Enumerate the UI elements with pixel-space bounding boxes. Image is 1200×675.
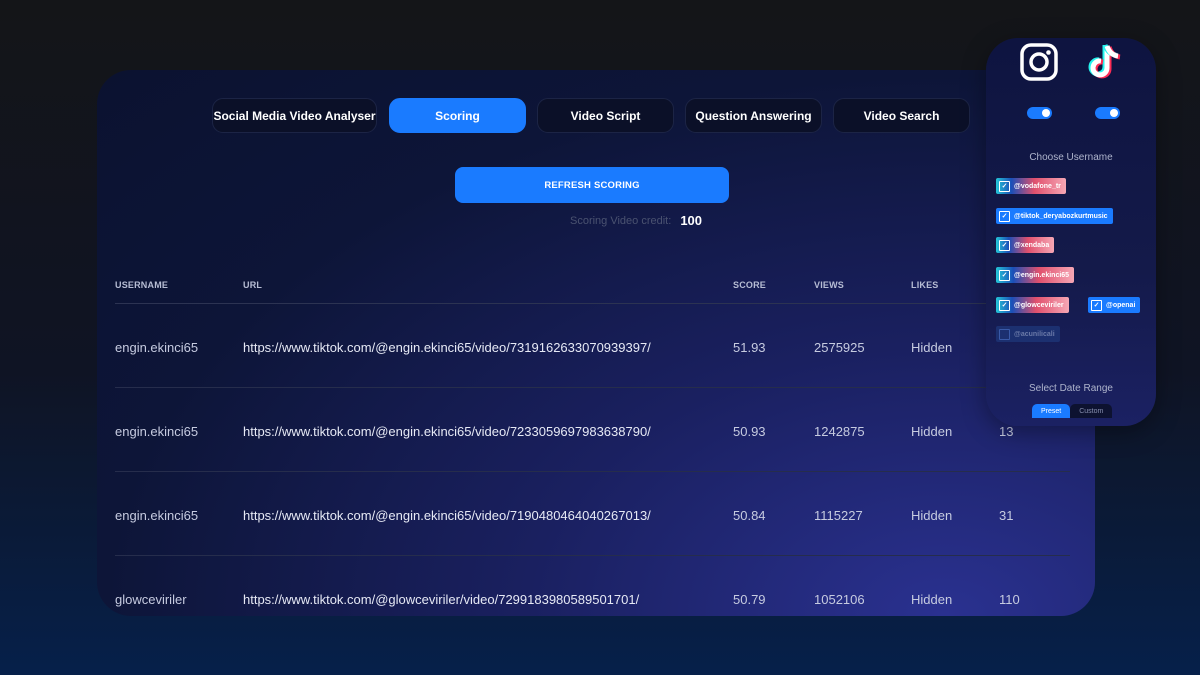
table-row[interactable]: engin.ekinci65 https://www.tiktok.com/@e… [115,388,1070,472]
cell-url[interactable]: https://www.tiktok.com/@engin.ekinci65/v… [243,508,651,523]
cell-extra: 110 [999,592,1020,607]
tab-question-answering[interactable]: Question Answering [685,98,822,133]
date-range-tabs: Preset Custom [1032,404,1113,418]
cell-score: 50.84 [733,508,766,523]
cell-views: 1115227 [814,508,863,523]
cell-likes: Hidden [911,424,953,439]
tab-video-script[interactable]: Video Script [537,98,674,133]
table-row[interactable]: engin.ekinci65 https://www.tiktok.com/@e… [115,472,1070,556]
cell-url[interactable]: https://www.tiktok.com/@engin.ekinci65/v… [243,424,651,439]
cell-url[interactable]: https://www.tiktok.com/@glowceviriler/vi… [243,592,639,607]
cell-likes: Hidden [911,340,953,355]
date-tab-custom[interactable]: Custom [1070,404,1113,418]
checkbox-icon: ✓ [999,269,1010,281]
checkbox-icon [999,328,1010,340]
select-date-range-label: Select Date Range [1029,383,1113,394]
cell-extra: 31 [999,508,1014,523]
table-header: USERNAME URL SCORE VIEWS LIKES [115,270,1070,304]
username-chip-tiktok-deryabozkurtmusic[interactable]: ✓ @tiktok_deryabozkurtmusic [996,208,1113,224]
checkbox-icon: ✓ [999,180,1010,192]
checkbox-icon: ✓ [999,210,1010,222]
tiktok-icon[interactable] [1086,42,1124,82]
scoring-table: USERNAME URL SCORE VIEWS LIKES engin.eki… [115,270,1070,616]
instagram-icon[interactable] [1020,42,1058,82]
checkbox-icon: ✓ [1091,299,1102,311]
tab-social-media-video-analyser[interactable]: Social Media Video Analyser [212,98,377,133]
filter-card: Choose Username ✓ @vodafone_tr ✓ @tiktok_d… [986,38,1156,426]
refresh-scoring-button[interactable]: REFRESH SCORING [455,167,729,203]
tab-scoring[interactable]: Scoring [389,98,526,133]
cell-score: 51.93 [733,340,766,355]
username-chip-openai[interactable]: ✓ @openai [1088,297,1141,313]
cell-views: 1242875 [814,424,865,439]
username-chip-engin-ekinci65[interactable]: ✓ @engin.ekinci65 [996,267,1075,283]
tab-video-search[interactable]: Video Search [833,98,970,133]
cell-username: glowceviriler [115,592,187,607]
checkbox-icon: ✓ [999,299,1010,311]
table-row[interactable]: engin.ekinci65 https://www.tiktok.com/@e… [115,304,1070,388]
credit-label: Scoring Video credit: [570,214,672,227]
cell-views: 1052106 [814,592,865,607]
tiktok-toggle[interactable] [1095,107,1120,119]
table-row[interactable]: glowceviriler https://www.tiktok.com/@gl… [115,556,1070,616]
credit-value: 100 [680,213,703,228]
cell-extra: 13 [999,424,1014,439]
username-chip-xendaba[interactable]: ✓ @xendaba [996,237,1055,253]
cell-likes: Hidden [911,592,953,607]
username-chip-vodafone[interactable]: ✓ @vodafone_tr [996,178,1066,194]
cell-username: engin.ekinci65 [115,340,199,355]
cell-score: 50.79 [733,592,766,607]
scoring-panel: Social Media Video Analyser Scoring Vide… [97,70,1095,616]
header-url[interactable]: URL [243,280,262,290]
choose-username-label: Choose Username [1029,152,1113,163]
date-tab-preset[interactable]: Preset [1032,404,1071,418]
username-chip-glowceviriler[interactable]: ✓ @glowceviriler [996,297,1069,313]
cell-likes: Hidden [911,508,953,523]
header-username[interactable]: USERNAME [115,280,168,290]
header-likes[interactable]: LIKES [911,280,939,290]
header-score[interactable]: SCORE [733,280,766,290]
username-chip-acunilicali[interactable]: @acunilicali [996,326,1060,342]
cell-username: engin.ekinci65 [115,424,199,439]
cell-score: 50.93 [733,424,766,439]
header-views[interactable]: VIEWS [814,280,844,290]
cell-username: engin.ekinci65 [115,508,199,523]
checkbox-icon: ✓ [999,239,1010,251]
cell-url[interactable]: https://www.tiktok.com/@engin.ekinci65/v… [243,340,651,355]
instagram-toggle[interactable] [1027,107,1052,119]
scoring-credit: Scoring Video credit: 100 [570,213,702,228]
cell-views: 2575925 [814,340,865,355]
